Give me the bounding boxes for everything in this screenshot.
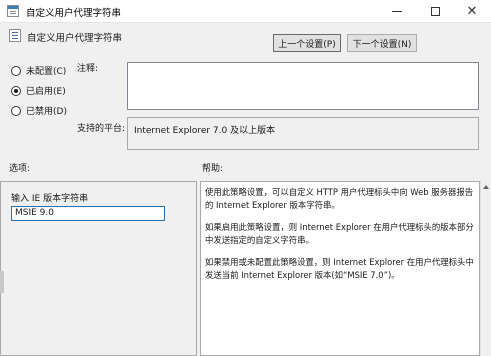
options-panel: 输入 IE 版本字符串 MSIE 9.0 <box>0 181 197 356</box>
options-heading: 选项: <box>9 164 31 174</box>
radio-label: 已禁用(D) <box>26 107 67 117</box>
ie-version-input[interactable]: MSIE 9.0 <box>11 206 165 221</box>
supported-platforms-value: Internet Explorer 7.0 及以上版本 <box>127 117 479 150</box>
next-setting-button[interactable]: 下一个设置(N) <box>347 34 417 52</box>
maximize-icon <box>430 6 440 16</box>
previous-setting-button[interactable]: 上一个设置(P) <box>273 34 341 52</box>
radio-label: 未配置(C) <box>26 67 67 77</box>
setting-icon <box>9 29 21 42</box>
radio-circle[interactable] <box>11 65 21 76</box>
help-paragraph: 使用此策略设置，可以自定义 HTTP 用户代理标头中向 Web 服务器报告的 I… <box>205 187 474 210</box>
radio-not-configured[interactable]: 未配置(C) <box>11 64 66 77</box>
title-bar: 自定义用户代理字符串 ✕ <box>0 0 491 23</box>
scroll-thumb[interactable] <box>0 271 4 293</box>
window-title: 自定义用户代理字符串 <box>26 8 122 19</box>
radio-enabled[interactable]: 已启用(E) <box>11 84 66 97</box>
radio-label: 已启用(E) <box>26 87 66 97</box>
supported-platforms-label: 支持的平台: <box>77 124 126 134</box>
help-paragraph: 如果启用此策略设置，则 Internet Explorer 在用户代理标头的版本… <box>205 222 474 245</box>
help-scrollbar[interactable] <box>480 181 491 356</box>
close-button[interactable]: ✕ <box>456 0 488 22</box>
minimize-button[interactable] <box>381 0 413 22</box>
help-panel: 使用此策略设置，可以自定义 HTTP 用户代理标头中向 Web 服务器报告的 I… <box>200 181 480 356</box>
policy-setting-icon <box>7 5 19 17</box>
comment-textarea[interactable] <box>127 62 479 110</box>
help-heading: 帮助: <box>202 164 224 174</box>
ie-version-label: 输入 IE 版本字符串 <box>11 194 89 204</box>
maximize-button[interactable] <box>419 0 451 22</box>
arrow-up-icon[interactable] <box>483 185 489 189</box>
radio-circle[interactable] <box>11 105 21 116</box>
close-icon: ✕ <box>466 3 478 19</box>
comment-label: 注释: <box>77 64 99 74</box>
help-paragraph: 如果禁用或未配置此策略设置，则 Internet Explorer 在用户代理标… <box>205 257 474 280</box>
minimize-icon <box>392 10 402 12</box>
radio-circle[interactable] <box>11 85 21 96</box>
setting-name: 自定义用户代理字符串 <box>27 33 123 44</box>
radio-disabled[interactable]: 已禁用(D) <box>11 104 67 117</box>
